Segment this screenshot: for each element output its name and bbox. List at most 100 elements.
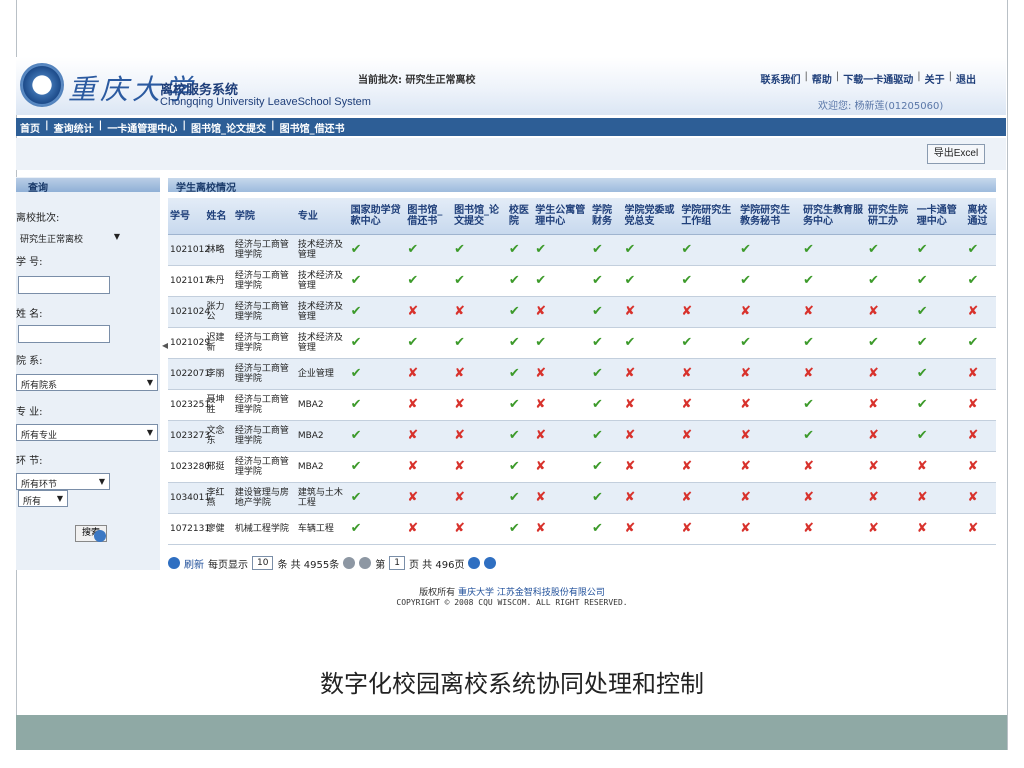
student-id-cell: 1021017 [168,265,210,297]
about-link[interactable]: 关于 [925,71,945,86]
last-page-icon[interactable] [484,557,497,569]
copyright-org: 重庆大学 江苏金智科技股份有限公司 [458,588,605,598]
check-icon: ✔ [508,520,520,536]
help-link[interactable]: 帮助 [812,71,832,86]
page-input[interactable]: 1 [389,556,405,570]
cross-icon: ✘ [624,489,636,505]
table-row[interactable]: 1023273 文念东 经济与工商管理学院 MBA2 ✔ ✘ ✘ ✔ ✘ ✔ ✘ ✘ ✘ ✔ ✘ ✔ ✘ [168,420,996,452]
student-name-cell: 张力公 [204,296,233,328]
cross-icon: ✘ [803,365,814,381]
status-cell: ✔ [679,234,739,266]
status-cell: ✘ [405,513,453,545]
column-header: 离校通过 [965,198,996,235]
status-cell: ✘ [452,389,507,421]
column-header: 校医院 [506,198,534,235]
status-cell: ✔ [348,420,406,452]
status-cell: ✔ [622,327,680,359]
table-row[interactable]: 1022071 李丽 经济与工商管理学院 企业管理 ✔ ✘ ✘ ✔ ✘ ✔ ✘ ✘ ✘ ✘ ✘ ✔ ✘ [168,358,996,390]
table-row[interactable]: 1023280 邢挺 经济与工商管理学院 MBA2 ✔ ✘ ✘ ✔ ✘ ✔ ✘ ✘ ✘ ✘ ✘ ✘ ✘ [168,451,996,483]
download-driver-link[interactable]: 下载一卡通驱动 [843,71,913,86]
student-id-cell: 1022071 [168,358,210,390]
table-row[interactable]: 1021024 张力公 经济与工商管理学院 技术经济及管理 ✔ ✘ ✘ ✔ ✘ ✔ ✘ ✘ ✘ ✘ ✘ ✔ ✘ [168,296,996,328]
dept-select[interactable]: 所有院系 ▼ [16,374,158,391]
cross-icon: ✘ [535,396,547,412]
table-row[interactable]: 1034011 李红燕 建设管理与房地产学院 建筑与土木工程 ✔ ✘ ✘ ✔ ✘ ✔ ✘ ✘ ✘ ✘ ✘ ✘ ✘ [168,482,996,514]
status-cell: ✘ [622,389,680,421]
status-select[interactable]: 所有 ▼ [18,490,68,507]
status-cell: ✘ [738,389,802,421]
check-icon: ✔ [535,241,547,257]
check-icon: ✔ [592,365,603,381]
cross-icon: ✘ [681,458,693,474]
cross-icon: ✘ [868,427,879,443]
status-cell: ✔ [590,420,623,452]
cross-icon: ✘ [407,489,419,505]
check-icon: ✔ [592,334,603,350]
status-cell: ✔ [506,265,534,297]
contact-link[interactable]: 联系我们 [761,71,801,86]
table-row[interactable]: 1023251 聂坤胜 经济与工商管理学院 MBA2 ✔ ✘ ✘ ✔ ✘ ✔ ✘ ✘ ✘ ✔ ✘ ✔ ✘ [168,389,996,421]
college-cell: 经济与工商管理学院 [232,358,296,390]
batch-select[interactable]: 研究生正常离校 ▼ [16,229,124,245]
student-table: 学号 姓名 学院 专业 国家助学贷款中心 图书馆_借还书 图书馆_论文提交 校医院 学生公寓管理… [168,198,996,545]
table-row[interactable]: 1021017 朱丹 经济与工商管理学院 技术经济及管理 ✔ ✔ ✔ ✔ ✔ ✔ ✔ ✔ ✔ ✔ ✔ ✔ ✔ [168,265,996,297]
chevron-down-icon: ▼ [113,232,120,241]
check-icon: ✔ [803,272,814,288]
name-input[interactable] [18,325,110,343]
cross-icon: ✘ [740,427,752,443]
student-name-cell: 聂坤胜 [204,389,233,421]
status-cell: ✔ [738,234,802,266]
check-icon: ✔ [508,334,520,350]
table-row[interactable]: 1072131 廖健 机械工程学院 车辆工程 ✔ ✘ ✘ ✔ ✘ ✔ ✘ ✘ ✘ ✘ ✘ ✘ ✘ [168,513,996,545]
check-icon: ✔ [592,396,603,412]
per-page-input[interactable]: 10 [252,556,274,570]
cross-icon: ✘ [740,458,752,474]
cross-icon: ✘ [803,520,814,536]
check-icon: ✔ [508,489,520,505]
status-cell: ✘ [738,513,802,545]
student-name-cell: 朱丹 [204,265,233,297]
check-icon: ✔ [803,334,814,350]
cross-icon: ✘ [624,303,636,319]
logout-link[interactable]: 退出 [956,71,976,86]
status-cell: ✘ [965,513,996,545]
check-icon: ✔ [592,489,603,505]
table-row[interactable]: 1021012 林略 经济与工商管理学院 技术经济及管理 ✔ ✔ ✔ ✔ ✔ ✔ ✔ ✔ ✔ ✔ ✔ ✔ ✔ [168,234,996,266]
check-icon: ✔ [535,334,547,350]
welcome-text: 欢迎您: 杨新莲(01205060) [818,101,944,112]
nav-library-thesis[interactable]: 图书馆_论文提交 [191,120,266,135]
student-id-input[interactable] [18,276,110,294]
next-page-icon[interactable] [468,557,481,569]
refresh-link[interactable]: 刷新 [184,556,204,571]
check-icon: ✔ [454,241,465,257]
status-cell: ✔ [348,451,406,483]
search-button[interactable]: 搜索 [75,525,107,542]
check-icon: ✔ [681,334,693,350]
nav-query-stats[interactable]: 查询统计 [54,120,94,135]
nav-library-books[interactable]: 图书馆_借还书 [280,120,345,135]
chevron-down-icon: ▼ [98,477,105,486]
top-links: 联系我们 | 帮助 | 下载一卡通驱动 | 关于 | 退出 [760,71,977,86]
cross-icon: ✘ [803,303,814,319]
status-cell: ✘ [679,451,739,483]
status-cell: ✔ [506,296,534,328]
total-count: 条 共 4955条 [277,559,340,571]
status-cell: ✘ [866,420,915,452]
status-cell: ✘ [405,296,453,328]
prev-page-icon[interactable] [359,557,372,569]
export-excel-button[interactable]: 导出Excel [927,144,985,164]
cross-icon: ✘ [407,458,419,474]
refresh-icon[interactable] [168,557,180,569]
cross-icon: ✘ [624,458,636,474]
cross-icon: ✘ [454,303,465,319]
table-row[interactable]: 1021029 迟建新 经济与工商管理学院 技术经济及管理 ✔ ✔ ✔ ✔ ✔ ✔ ✔ ✔ ✔ ✔ ✔ ✔ ✔ [168,327,996,359]
check-icon: ✔ [508,241,520,257]
check-icon: ✔ [592,427,603,443]
nav-home[interactable]: 首页 [20,120,40,135]
nav-card-center[interactable]: 一卡通管理中心 [107,120,177,135]
step-select[interactable]: 所有环节 ▼ [16,473,110,490]
column-header: 图书馆_借还书 [405,198,453,235]
cross-icon: ✘ [868,365,879,381]
first-page-icon[interactable] [343,557,356,569]
major-select[interactable]: 所有专业 ▼ [16,424,158,441]
